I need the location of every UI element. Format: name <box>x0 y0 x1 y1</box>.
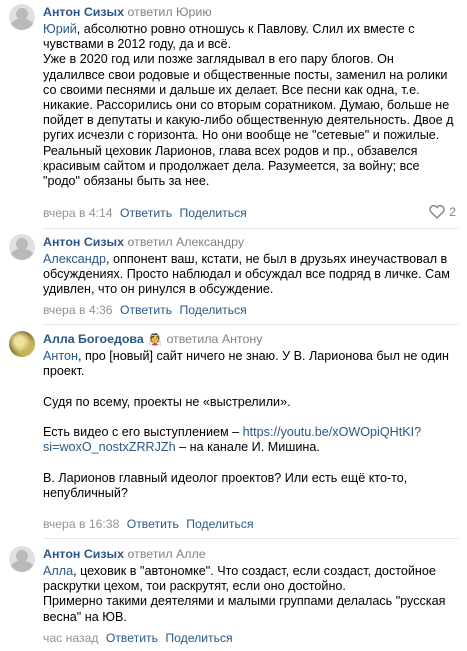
comment-body: , цеховик в "автономке". Что создаст, ес… <box>43 564 446 624</box>
mention-link[interactable]: Антон <box>43 349 78 363</box>
reply-button[interactable]: Ответить <box>120 206 172 220</box>
mention-link[interactable]: Алла <box>43 564 73 578</box>
comment-header: Антон Сизых ответил Алле <box>43 546 459 562</box>
divider <box>43 324 459 325</box>
like-count: 2 <box>449 205 456 219</box>
like-button[interactable]: 2 <box>429 205 456 219</box>
bride-emoji-icon: 👰 <box>148 333 162 346</box>
avatar[interactable] <box>9 546 35 572</box>
avatar[interactable] <box>9 234 35 260</box>
comment-text: Алла, цеховик в "автономке". Что создаст… <box>43 564 459 625</box>
avatar[interactable] <box>9 331 35 357</box>
reply-button[interactable]: Ответить <box>127 517 179 531</box>
timestamp[interactable]: вчера в 4:36 <box>43 303 113 317</box>
comment-actions: час назад Ответить Поделиться <box>43 630 233 646</box>
comment-actions: вчера в 16:38 Ответить Поделиться <box>43 516 254 532</box>
reply-button[interactable]: Ответить <box>120 303 172 317</box>
comment-body: , абсолютно ровно отношусь к Павлову. Сл… <box>43 22 454 189</box>
comment-actions: вчера в 4:14 Ответить Поделиться <box>43 205 247 221</box>
replied-to[interactable]: ответила Антону <box>166 332 262 346</box>
comment-text: Александр, оппонент ваш, кстати, не был … <box>43 252 459 298</box>
share-button[interactable]: Поделиться <box>179 206 246 220</box>
avatar[interactable] <box>9 4 35 30</box>
replied-to[interactable]: ответил Александру <box>128 235 245 249</box>
share-button[interactable]: Поделиться <box>179 303 246 317</box>
comment-actions: вчера в 4:36 Ответить Поделиться <box>43 302 247 318</box>
reply-button[interactable]: Ответить <box>106 631 158 645</box>
divider <box>43 228 459 229</box>
author-name[interactable]: Алла Богоедова <box>43 332 144 346</box>
author-name[interactable]: Антон Сизых <box>43 547 124 561</box>
comment-header: Алла Богоедова 👰 ответила Антону <box>43 331 459 347</box>
share-button[interactable]: Поделиться <box>186 517 253 531</box>
author-name[interactable]: Антон Сизых <box>43 5 124 19</box>
comment-text: Юрий, абсолютно ровно отношусь к Павлову… <box>43 22 459 189</box>
replied-to[interactable]: ответил Алле <box>128 547 206 561</box>
timestamp[interactable]: вчера в 16:38 <box>43 517 119 531</box>
mention-link[interactable]: Юрий <box>43 22 77 36</box>
share-button[interactable]: Поделиться <box>165 631 232 645</box>
timestamp[interactable]: вчера в 4:14 <box>43 206 113 220</box>
comment-header: Антон Сизых ответил Александру <box>43 234 459 250</box>
comment-text: Антон, про [новый] сайт ничего не знаю. … <box>43 349 459 501</box>
divider <box>43 538 459 539</box>
comment-header: Антон Сизых ответил Юрию <box>43 4 459 20</box>
author-name[interactable]: Антон Сизых <box>43 235 124 249</box>
replied-to[interactable]: ответил Юрию <box>128 5 212 19</box>
heart-icon <box>429 205 445 219</box>
mention-link[interactable]: Александр <box>43 252 106 266</box>
timestamp[interactable]: час назад <box>43 631 98 645</box>
